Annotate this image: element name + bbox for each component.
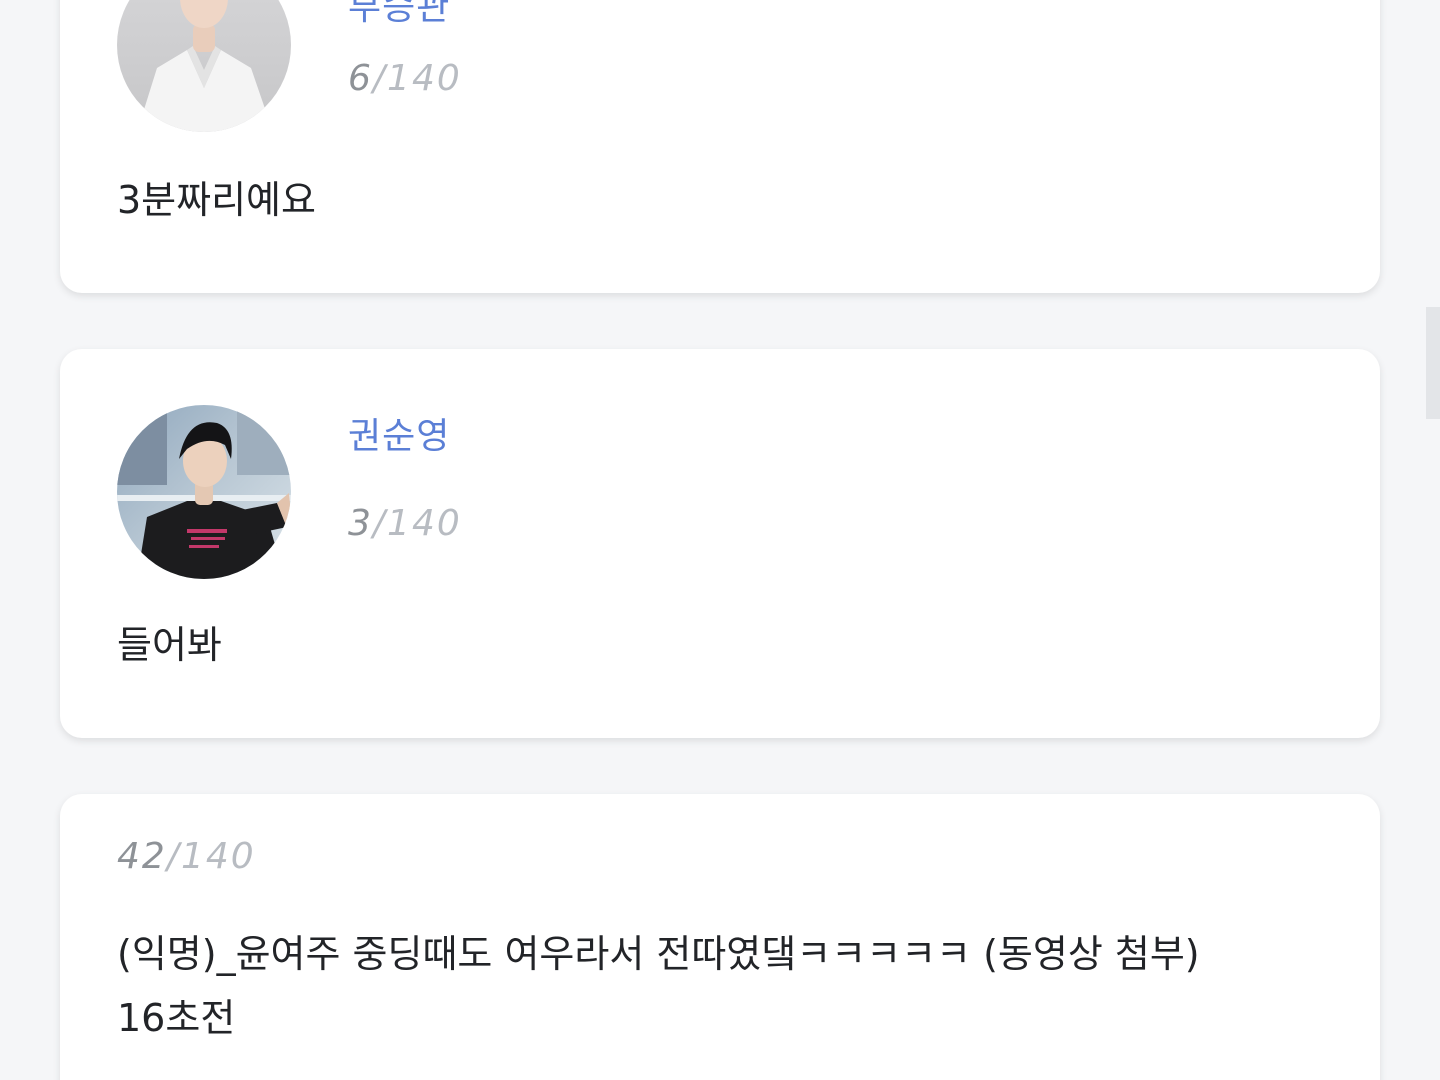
counter-current: 6 (348, 58, 373, 99)
author-name[interactable]: 권순영 (348, 407, 450, 459)
scrollbar-thumb[interactable] (1426, 307, 1440, 419)
avatar[interactable] (117, 0, 291, 132)
counter-current: 3 (348, 503, 373, 544)
post-card[interactable]: 42/140 (익명)_윤여주 중딩때도 여우라서 전따였댘ㅋㅋㅋㅋㅋ (동영상… (60, 794, 1380, 1080)
avatar[interactable] (117, 405, 291, 579)
post-feed: 부승관 6/140 3분짜리예요 권순영 3/140 들어봐 42/140 (익… (0, 0, 1440, 1080)
character-counter: 3/140 (348, 503, 462, 544)
counter-max: /140 (166, 836, 256, 877)
counter-max: /140 (372, 503, 462, 544)
post-card[interactable]: 부승관 6/140 3분짜리예요 (60, 0, 1380, 293)
counter-current: 42 (117, 836, 167, 877)
post-timestamp: 16초전 (117, 996, 236, 1040)
post-text: 3분짜리예요 (117, 178, 316, 222)
post-text: (익명)_윤여주 중딩때도 여우라서 전따였댘ㅋㅋㅋㅋㅋ (동영상 첨부) 16… (117, 922, 1337, 1050)
character-counter: 6/140 (348, 58, 462, 99)
author-name[interactable]: 부승관 (348, 0, 450, 30)
post-text-line: (익명)_윤여주 중딩때도 여우라서 전따였댘ㅋㅋㅋㅋㅋ (동영상 첨부) (117, 932, 1200, 976)
post-card[interactable]: 권순영 3/140 들어봐 (60, 349, 1380, 738)
post-text: 들어봐 (117, 623, 222, 667)
character-counter: 42/140 (117, 836, 256, 877)
counter-max: /140 (372, 58, 462, 99)
